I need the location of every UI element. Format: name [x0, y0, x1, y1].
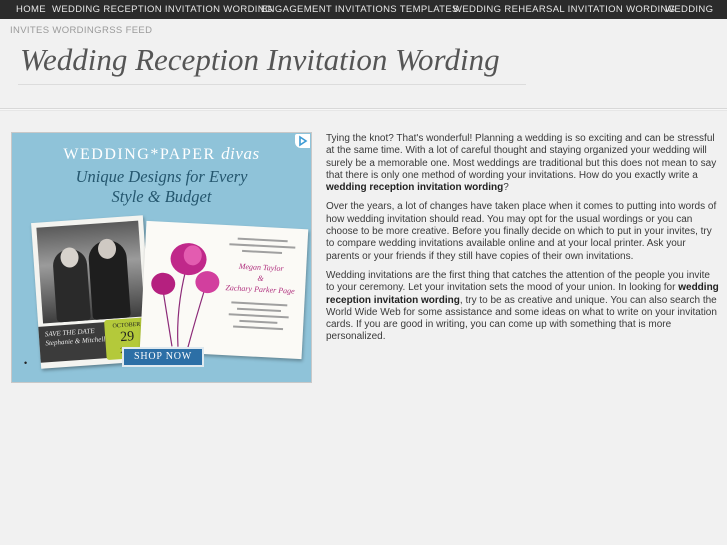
article-paragraph-3: Wedding invitations are the first thing … [326, 269, 719, 343]
ad-brand-logo: WEDDING*PAPER divas [63, 144, 260, 163]
save-the-date-card-image: SAVE THE DATE Stephanie & Mitchell OCTOB… [31, 215, 153, 369]
nav-link-rss-feed[interactable]: RSS FEED [102, 25, 152, 36]
invitation-card-image: Megan Taylor & Zachary Parker Page [139, 220, 309, 360]
nav-link-wedding[interactable]: WEDDING [665, 4, 713, 15]
title-underline [18, 84, 526, 85]
ad-bullet: • [24, 358, 28, 368]
invitation-text-lines [227, 237, 298, 259]
ad-tagline-line1: Unique Designs for Every [75, 167, 248, 186]
nav-link-engagement-invitations-templates[interactable]: ENGAGEMENT INVITATIONS TEMPLATES [261, 4, 459, 15]
couple-photo [36, 220, 145, 324]
nav-link-wedding-rehearsal-invitation-wording[interactable]: WEDDING REHEARSAL INVITATION WORDING [453, 4, 676, 15]
header-divider [0, 108, 727, 111]
advertisement-banner[interactable]: WEDDING*PAPER divas Unique Designs for E… [11, 132, 312, 383]
ad-tagline-line2: Style & Budget [111, 187, 212, 206]
article-body: Tying the knot? That's wonderful! Planni… [326, 133, 720, 351]
article-paragraph-2: Over the years, a lot of changes have ta… [326, 201, 717, 262]
keyword-link: wedding reception invitation wording [326, 182, 504, 194]
top-navigation-bar: HOME WEDDING RECEPTION INVITATION WORDIN… [0, 0, 727, 19]
nav-link-invites-wording[interactable]: INVITES WORDING [10, 25, 102, 36]
page-title[interactable]: Wedding Reception Invitation Wording [20, 42, 500, 78]
shop-now-button[interactable]: SHOP NOW [122, 347, 204, 367]
nav-link-home[interactable]: HOME [16, 4, 46, 15]
article-paragraph-1: Tying the knot? That's wonderful! Planni… [326, 133, 717, 194]
nav-link-wedding-reception-invitation-wording[interactable]: WEDDING RECEPTION INVITATION WORDING [52, 4, 273, 15]
tulip-flowers-illustration [151, 243, 220, 348]
invitation-name-2: Zachary Parker Page [225, 283, 295, 296]
